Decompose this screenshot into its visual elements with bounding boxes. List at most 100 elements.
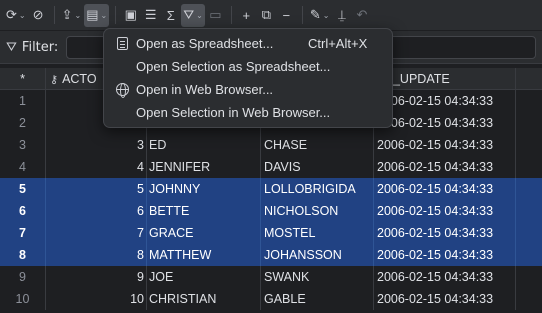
menu-item-label: Open Selection in Web Browser... — [136, 105, 331, 120]
cell-actor-id[interactable]: 6 — [46, 200, 147, 222]
export-menu: Open as Spreadsheet... Ctrl+Alt+X Open S… — [103, 28, 393, 128]
copy-row-icon[interactable]: ⧉ — [257, 4, 276, 27]
row-number[interactable]: 7 — [0, 222, 46, 244]
filter-icon[interactable]: ⛛ ⌄ — [181, 3, 205, 27]
filter-label: Filter: — [21, 39, 59, 55]
row-number[interactable]: 8 — [0, 244, 46, 266]
table-row[interactable]: 9 9 JOE SWANK 2006-02-15 04:34:33 — [0, 266, 542, 288]
cell-actor-id[interactable]: 9 — [46, 266, 147, 288]
table-row[interactable]: 6 6 BETTE NICHOLSON 2006-02-15 04:34:33 — [0, 200, 542, 222]
row-filler — [516, 90, 542, 112]
save-icon[interactable]: ▭ — [206, 4, 225, 27]
column-header-label: ACTO — [62, 72, 97, 86]
row-filler — [516, 178, 542, 200]
toolbar-divider — [230, 6, 232, 24]
menu-item-open-selection-as-spreadsheet[interactable]: Open Selection as Spreadsheet... — [104, 55, 392, 78]
row-number[interactable]: 9 — [0, 266, 46, 288]
row-filler — [516, 244, 542, 266]
menu-item-label: Open as Spreadsheet... — [136, 36, 274, 51]
toolbar-divider — [301, 6, 303, 24]
row-filler — [516, 222, 542, 244]
table-row[interactable]: 3 3 ED CHASE 2006-02-15 04:34:33 — [0, 134, 542, 156]
text-view-icon[interactable]: ☰ — [141, 4, 160, 27]
column-header-last-update[interactable]: ST_UPDATE — [374, 68, 516, 90]
toolbar: ⟳ ⌄ ⊘ ⇪ ⌄ ▤ ⌄ ▣ ☰ Σ ⛛ ⌄ ▭ + ⧉ − ✎ ⌄ ⍊ ↶ — [0, 0, 542, 31]
cell-first-name[interactable]: GRACE — [147, 222, 261, 244]
key-icon: ⚷ — [50, 74, 59, 86]
cell-last-update[interactable]: 2006-02-15 04:34:33 — [374, 266, 516, 288]
table-row[interactable]: 8 8 MATTHEW JOHANSSON 2006-02-15 04:34:33 — [0, 244, 542, 266]
cell-first-name[interactable]: MATTHEW — [147, 244, 261, 266]
cell-actor-id[interactable]: 3 — [46, 134, 147, 156]
row-number-header[interactable]: * — [0, 68, 46, 90]
cell-last-update[interactable]: 2006-02-15 04:34:33 — [374, 90, 516, 112]
cell-last-name[interactable]: CHASE — [261, 134, 374, 156]
cell-last-update[interactable]: 2006-02-15 04:34:33 — [374, 200, 516, 222]
cell-last-update[interactable]: 2006-02-15 04:34:33 — [374, 178, 516, 200]
sum-icon[interactable]: Σ — [161, 4, 180, 27]
toolbar-divider — [115, 6, 117, 24]
cell-last-update[interactable]: 2006-02-15 04:34:33 — [374, 222, 516, 244]
cell-last-name[interactable]: NICHOLSON — [261, 200, 374, 222]
menu-item-open-selection-in-web-browser[interactable]: Open Selection in Web Browser... — [104, 101, 392, 124]
refresh-icon[interactable]: ⟳ ⌄ — [4, 4, 28, 27]
cell-first-name[interactable]: BETTE — [147, 200, 261, 222]
cell-last-name[interactable]: MOSTEL — [261, 222, 374, 244]
record-icon[interactable]: ▣ — [121, 4, 140, 27]
cell-last-name[interactable]: JOHANSSON — [261, 244, 374, 266]
cell-actor-id[interactable]: 8 — [46, 244, 147, 266]
upload-icon[interactable]: ⇪ ⌄ — [60, 4, 84, 27]
row-filler — [516, 156, 542, 178]
cell-actor-id[interactable]: 4 — [46, 156, 147, 178]
row-number[interactable]: 6 — [0, 200, 46, 222]
column-header-filler — [516, 68, 542, 90]
stamp-icon[interactable]: ⍊ — [332, 4, 351, 27]
toolbar-divider — [53, 6, 55, 24]
row-number[interactable]: 10 — [0, 288, 46, 310]
globe-icon — [115, 83, 129, 98]
cell-last-update[interactable]: 2006-02-15 04:34:33 — [374, 112, 516, 134]
menu-item-open-in-web-browser[interactable]: Open in Web Browser... — [104, 78, 392, 101]
cell-last-update[interactable]: 2006-02-15 04:34:33 — [374, 134, 516, 156]
cell-last-name[interactable]: SWANK — [261, 266, 374, 288]
menu-item-open-as-spreadsheet[interactable]: Open as Spreadsheet... Ctrl+Alt+X — [104, 32, 392, 55]
cell-last-update[interactable]: 2006-02-15 04:34:33 — [374, 244, 516, 266]
cell-last-update[interactable]: 2006-02-15 04:34:33 — [374, 156, 516, 178]
cell-first-name[interactable]: JOHNNY — [147, 178, 261, 200]
cell-first-name[interactable]: JENNIFER — [147, 156, 261, 178]
row-number[interactable]: 2 — [0, 112, 46, 134]
add-row-icon[interactable]: + — [237, 4, 256, 27]
cell-actor-id[interactable]: 10 — [46, 288, 147, 310]
export-icon[interactable]: ▤ ⌄ — [84, 3, 110, 27]
menu-item-shortcut: Ctrl+Alt+X — [308, 36, 368, 51]
cell-last-name[interactable]: DAVIS — [261, 156, 374, 178]
table-row[interactable]: 10 10 CHRISTIAN GABLE 2006-02-15 04:34:33 — [0, 288, 542, 310]
delete-row-icon[interactable]: − — [277, 4, 296, 27]
row-filler — [516, 200, 542, 222]
menu-item-label: Open in Web Browser... — [136, 82, 274, 97]
cell-first-name[interactable]: CHRISTIAN — [147, 288, 261, 310]
row-number[interactable]: 3 — [0, 134, 46, 156]
filter-icon: ⛛ — [6, 39, 17, 54]
row-filler — [516, 134, 542, 156]
table-row[interactable]: 7 7 GRACE MOSTEL 2006-02-15 04:34:33 — [0, 222, 542, 244]
cell-last-name[interactable]: GABLE — [261, 288, 374, 310]
cell-actor-id[interactable]: 7 — [46, 222, 147, 244]
row-filler — [516, 288, 542, 310]
row-number[interactable]: 4 — [0, 156, 46, 178]
undo-icon[interactable]: ↶ — [352, 4, 371, 27]
table-row[interactable]: 5 5 JOHNNY LOLLOBRIGIDA 2006-02-15 04:34:33 — [0, 178, 542, 200]
row-number[interactable]: 5 — [0, 178, 46, 200]
cell-actor-id[interactable]: 5 — [46, 178, 147, 200]
stop-icon[interactable]: ⊘ — [29, 4, 48, 27]
edit-icon[interactable]: ✎ ⌄ — [308, 4, 332, 27]
row-number[interactable]: 1 — [0, 90, 46, 112]
row-filler — [516, 112, 542, 134]
menu-item-label: Open Selection as Spreadsheet... — [136, 59, 331, 74]
cell-last-name[interactable]: LOLLOBRIGIDA — [261, 178, 374, 200]
cell-first-name[interactable]: JOE — [147, 266, 261, 288]
spreadsheet-icon — [115, 37, 129, 51]
table-row[interactable]: 4 4 JENNIFER DAVIS 2006-02-15 04:34:33 — [0, 156, 542, 178]
cell-first-name[interactable]: ED — [147, 134, 261, 156]
cell-last-update[interactable]: 2006-02-15 04:34:33 — [374, 288, 516, 310]
